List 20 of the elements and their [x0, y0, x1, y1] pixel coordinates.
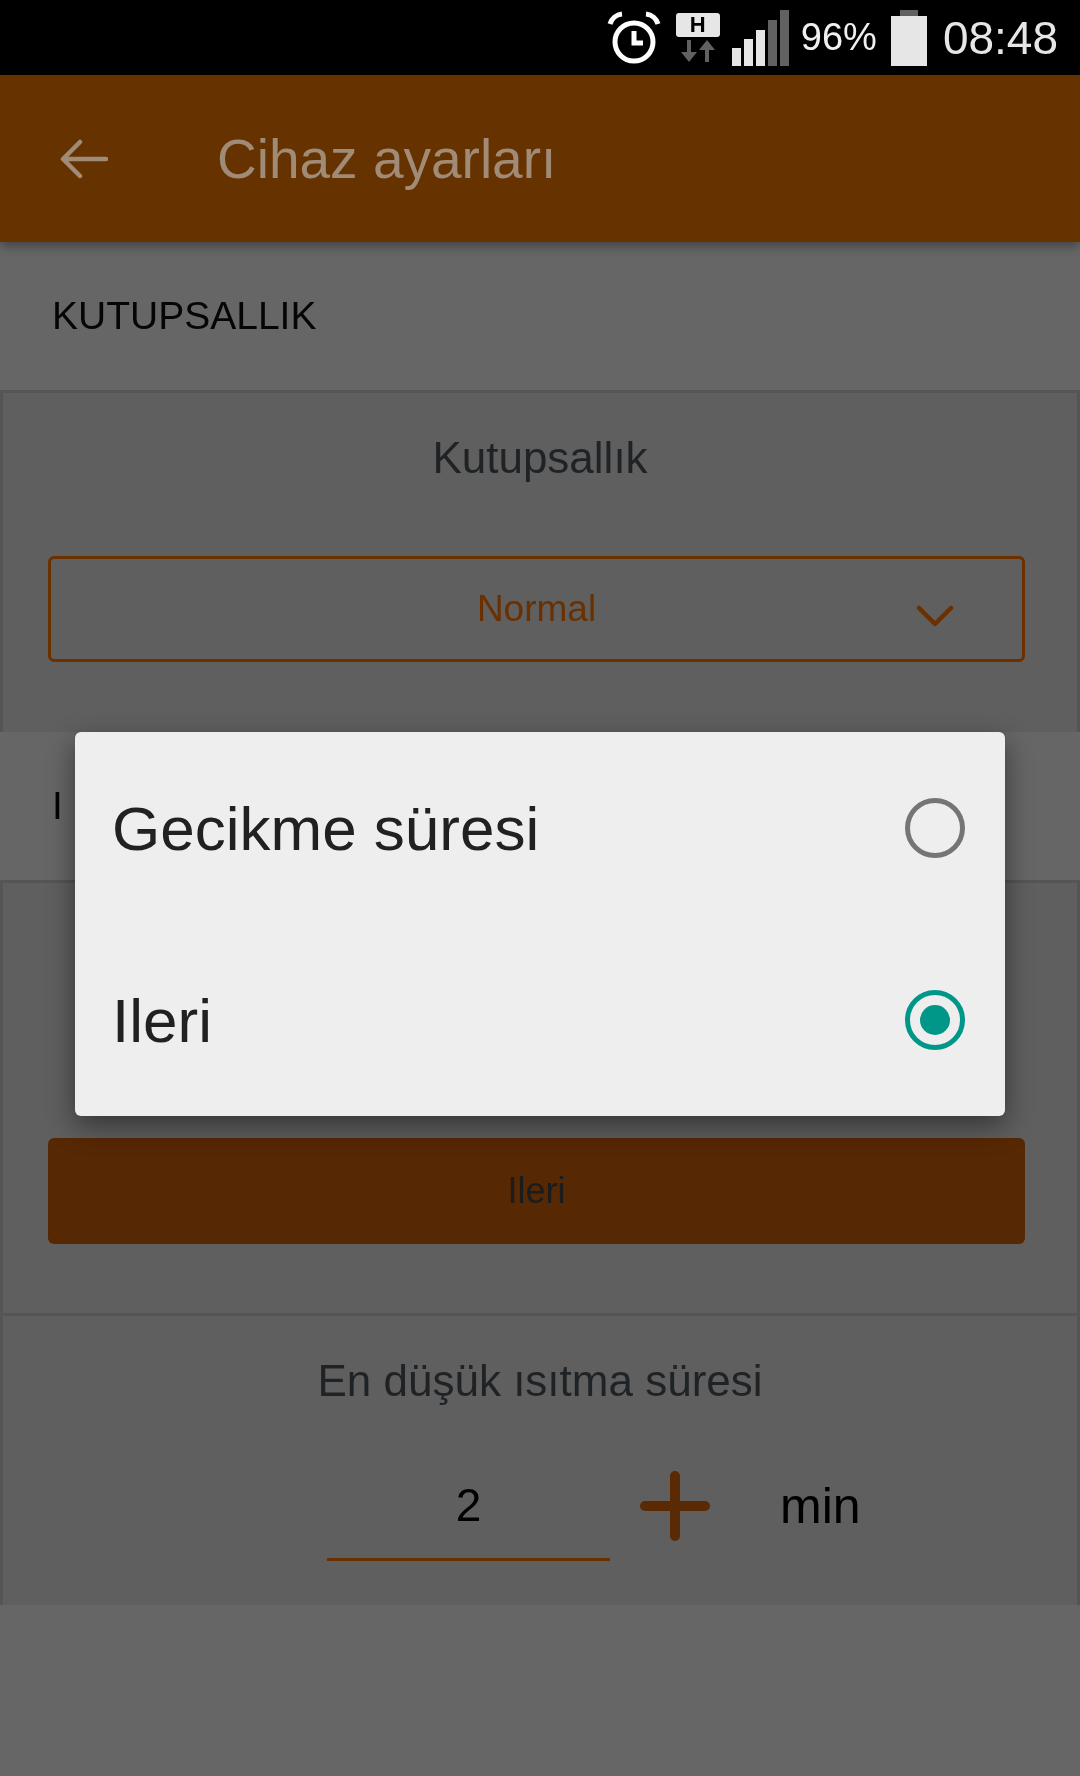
section-heading: I	[52, 784, 63, 828]
network-type-badge: H	[675, 13, 720, 37]
number-field[interactable]: 2	[327, 1451, 610, 1561]
setting-label: En düşük ısıtma süresi	[317, 1355, 763, 1407]
back-arrow-icon[interactable]	[60, 138, 108, 179]
battery-icon	[890, 9, 927, 66]
plus-icon[interactable]	[640, 1471, 710, 1541]
screen-title: Cihaz ayarları	[217, 126, 557, 191]
unit-label: min	[780, 1477, 861, 1535]
alarm-clock-icon	[605, 9, 662, 66]
signal-icon	[731, 9, 789, 66]
section-heading: KUTUPSALLIK	[52, 294, 317, 338]
radio-button[interactable]	[905, 990, 965, 1050]
battery-percentage: 96%	[800, 16, 877, 59]
chevron-down-icon	[916, 605, 954, 627]
option-item[interactable]: Ileri	[75, 924, 1005, 1116]
option-item[interactable]: Gecikme süresi	[75, 732, 1005, 924]
setting-label: Kutupsallık	[432, 432, 648, 484]
clock-time: 08:48	[942, 10, 1058, 65]
radio-button[interactable]	[905, 798, 965, 858]
